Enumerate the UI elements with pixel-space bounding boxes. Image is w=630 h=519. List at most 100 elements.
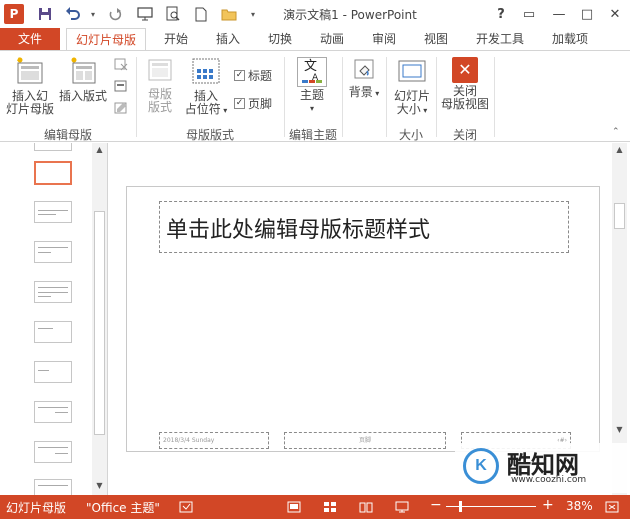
- zoom-out-button[interactable]: −: [430, 497, 442, 513]
- footer-checkbox[interactable]: ✓ 页脚: [234, 95, 272, 112]
- chevron-down-icon: ▾: [420, 106, 428, 115]
- tab-view[interactable]: 视图: [414, 28, 458, 50]
- scroll-up-icon[interactable]: ▲: [612, 143, 627, 157]
- themes-button[interactable]: 文 A 主题 ▾: [292, 57, 332, 115]
- insert-slide-master-label-2: 灯片母版: [6, 102, 55, 116]
- normal-view-icon[interactable]: [286, 499, 302, 515]
- slide-thumbnail[interactable]: [34, 143, 72, 151]
- window-title: 演示文稿1 - PowerPoint: [283, 8, 417, 22]
- tab-developer[interactable]: 开发工具: [468, 28, 532, 50]
- undo-icon[interactable]: [62, 3, 84, 25]
- watermark: K 酷知网 www.coozhi.com: [455, 443, 630, 493]
- group-separator: [342, 57, 343, 137]
- zoom-percent[interactable]: 38%: [566, 499, 593, 513]
- redo-icon[interactable]: [104, 3, 126, 25]
- slide-thumbnail[interactable]: [34, 241, 72, 263]
- slide-thumbnail[interactable]: [34, 479, 72, 495]
- thumbnail-scrollbar[interactable]: ▲ ▼: [92, 143, 107, 495]
- help-button[interactable]: ?: [488, 2, 514, 26]
- close-master-view-button[interactable]: ✕ 关闭 母版视图: [440, 57, 490, 111]
- insert-placeholder-label-2: 占位符: [184, 102, 221, 116]
- date-placeholder[interactable]: 2018/3/4 Sunday: [159, 432, 269, 449]
- present-icon[interactable]: [134, 3, 156, 25]
- scroll-down-icon[interactable]: ▼: [612, 423, 627, 437]
- scrollbar-thumb[interactable]: [614, 203, 625, 229]
- slide-thumbnail[interactable]: [34, 201, 72, 223]
- insert-slide-master-icon: [6, 57, 54, 88]
- group-label-master-layout: 母版版式: [185, 128, 234, 142]
- tab-transitions[interactable]: 切换: [258, 28, 302, 50]
- checkbox-checked-icon: ✓: [234, 70, 245, 81]
- background-button[interactable]: 背景 ▾: [346, 57, 382, 100]
- master-layout-button[interactable]: 母版 版式: [142, 57, 178, 114]
- slide-thumbnail[interactable]: [34, 281, 72, 303]
- checkbox-checked-icon: ✓: [234, 98, 245, 109]
- insert-slide-master-button[interactable]: 插入幻 灯片母版: [6, 57, 54, 116]
- slide-size-label-2: 大小: [396, 102, 421, 116]
- group-label-edit-master: 编辑母版: [43, 128, 92, 142]
- insert-layout-icon: [58, 57, 108, 88]
- rename-icon[interactable]: [112, 79, 130, 96]
- scroll-down-icon[interactable]: ▼: [92, 479, 107, 493]
- accessibility-icon[interactable]: [178, 499, 194, 515]
- themes-label: 主题: [299, 88, 324, 102]
- scroll-up-icon[interactable]: ▲: [92, 143, 107, 157]
- insert-placeholder-button[interactable]: 插入 占位符 ▾: [182, 57, 230, 117]
- zoom-slider[interactable]: [446, 501, 536, 512]
- tab-animations[interactable]: 动画: [310, 28, 354, 50]
- slide-canvas[interactable]: 单击此处编辑母版标题样式 2018/3/4 Sunday 页脚 ‹#›: [126, 186, 600, 452]
- ribbon-display-options-button[interactable]: ▭: [516, 2, 542, 26]
- insert-layout-button[interactable]: 插入版式: [58, 57, 108, 103]
- footer-placeholder[interactable]: 页脚: [284, 432, 446, 449]
- chevron-down-icon: ▾: [220, 106, 228, 115]
- tab-review[interactable]: 审阅: [362, 28, 406, 50]
- zoom-slider-thumb[interactable]: [459, 501, 462, 512]
- open-icon[interactable]: [218, 3, 240, 25]
- minimize-button[interactable]: —: [546, 2, 572, 26]
- status-bar: 幻灯片母版 "Office 主题" − + 38%: [0, 495, 630, 519]
- background-label: 背景: [348, 85, 373, 99]
- scrollbar-thumb[interactable]: [94, 211, 105, 435]
- close-master-view-label-2: 母版视图: [440, 97, 489, 111]
- fit-to-window-icon[interactable]: [604, 499, 620, 515]
- slideshow-icon[interactable]: [394, 499, 410, 515]
- slide-thumbnail[interactable]: [34, 361, 72, 383]
- slide-thumbnail[interactable]: [34, 441, 72, 463]
- undo-dropdown-icon[interactable]: ▾: [82, 3, 104, 25]
- slide-sorter-icon[interactable]: [322, 499, 338, 515]
- group-separator: [136, 57, 137, 137]
- tab-slide-master[interactable]: 幻灯片母版: [66, 28, 146, 51]
- insert-placeholder-icon: [182, 57, 230, 88]
- title-checkbox[interactable]: ✓ 标题: [234, 67, 272, 84]
- coozhi-logo-icon: K: [463, 448, 499, 484]
- group-label-edit-theme: 编辑主题: [288, 128, 337, 142]
- tab-insert[interactable]: 插入: [206, 28, 250, 50]
- tab-file[interactable]: 文件: [0, 28, 60, 50]
- title-checkbox-label: 标题: [248, 69, 273, 83]
- tab-home[interactable]: 开始: [154, 28, 198, 50]
- group-label-size: 大小: [398, 128, 423, 142]
- ribbon: 插入幻 灯片母版 插入版式 编辑母版 母版 版式 插入 占位符 ▾ ✓ 标题 ✓: [0, 50, 630, 142]
- themes-icon-subtext: A: [312, 73, 319, 83]
- slide-thumbnail-pane: ▲ ▼: [0, 143, 108, 495]
- maximize-button[interactable]: □: [574, 2, 600, 26]
- slide-thumbnail[interactable]: [34, 401, 72, 423]
- print-preview-icon[interactable]: [162, 3, 184, 25]
- group-separator: [436, 57, 437, 137]
- title-placeholder[interactable]: 单击此处编辑母版标题样式: [159, 201, 569, 253]
- slide-thumbnail[interactable]: [34, 321, 72, 343]
- slide-size-button[interactable]: 幻灯片 大小 ▾: [390, 57, 434, 117]
- delete-slide-icon[interactable]: [112, 57, 130, 74]
- new-icon[interactable]: [190, 3, 212, 25]
- tab-addins[interactable]: 加载项: [542, 28, 598, 50]
- zoom-in-button[interactable]: +: [542, 497, 554, 513]
- chevron-down-icon: ▾: [309, 104, 314, 113]
- preserve-icon[interactable]: [112, 101, 130, 118]
- ribbon-tabs: 文件 幻灯片母版 开始 插入 切换 动画 审阅 视图 开发工具 加载项: [0, 28, 630, 51]
- group-separator: [386, 57, 387, 137]
- save-icon[interactable]: [34, 3, 56, 25]
- reading-view-icon[interactable]: [358, 499, 374, 515]
- close-button[interactable]: ✕: [602, 2, 628, 26]
- slide-thumbnail[interactable]: [34, 161, 72, 185]
- collapse-ribbon-icon[interactable]: ⌃: [612, 127, 620, 137]
